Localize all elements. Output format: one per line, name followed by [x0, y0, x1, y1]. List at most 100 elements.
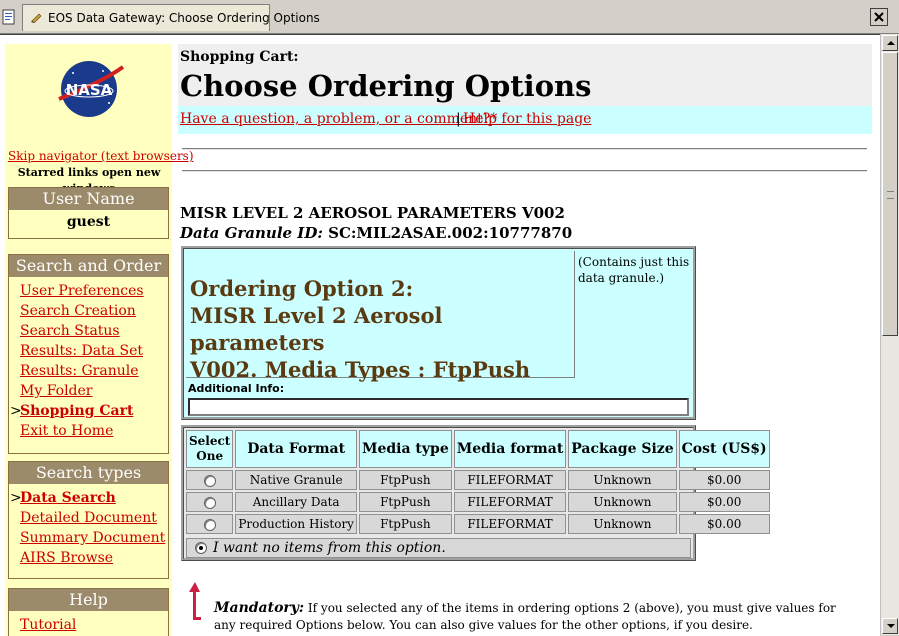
additional-info-label: Additional Info:: [188, 382, 285, 395]
cell-media-format: FILEFORMAT: [453, 470, 567, 490]
option-title-line-1: Ordering Option 2:: [190, 276, 414, 301]
browser-tab[interactable]: EOS Data Gateway: Choose Ordering Option…: [22, 4, 320, 31]
col-cost: Cost (US$): [678, 430, 770, 468]
table-header-row: Select One Data Format Media type Media f…: [186, 430, 770, 468]
select-cell: [186, 492, 234, 512]
nav-search-creation[interactable]: Search Creation: [20, 301, 168, 321]
user-name-value: guest: [66, 214, 111, 230]
tab-title: EOS Data Gateway: Choose Ordering Option…: [48, 11, 320, 25]
cell-package-size: Unknown: [568, 514, 677, 534]
nav-my-folder[interactable]: My Folder: [20, 381, 168, 401]
mandatory-label: Mandatory:: [214, 600, 305, 616]
additional-info-input[interactable]: [188, 398, 689, 416]
nav-shopping-cart-label: Shopping Cart: [20, 403, 134, 419]
cell-media-format: FILEFORMAT: [453, 492, 567, 512]
vertical-scrollbar[interactable]: [880, 34, 899, 635]
current-type-marker: >: [10, 490, 22, 506]
nasa-logo-text: NASA: [66, 81, 113, 99]
main-content: Shopping Cart: Choose Ordering Options H…: [178, 44, 872, 632]
current-page-marker: >: [10, 403, 22, 419]
cell-format: Production History: [235, 514, 357, 534]
cell-media-type: FtpPush: [358, 492, 452, 512]
row-radio-ancillary-data[interactable]: [203, 496, 216, 509]
nav-detailed-document[interactable]: Detailed Document: [20, 508, 168, 528]
dataset-name: MISR LEVEL 2 AEROSOL PARAMETERS V002: [180, 204, 565, 222]
select-cell: [186, 514, 234, 534]
select-cell: [186, 470, 234, 490]
cell-package-size: Unknown: [568, 492, 677, 512]
no-items-label: I want no items from this option.: [213, 540, 446, 556]
help-heading: Help: [9, 589, 168, 611]
cell-cost: $0.00: [678, 492, 770, 512]
option-title: Ordering Option 2: MISR Level 2 Aerosol …: [190, 275, 574, 383]
search-order-heading: Search and Order: [9, 255, 168, 277]
scrollbar-thumb[interactable]: [882, 52, 898, 336]
col-select-line-2: One: [196, 449, 224, 463]
no-items-option[interactable]: I want no items from this option.: [186, 538, 691, 558]
page-subtitle: Shopping Cart:: [180, 49, 299, 65]
user-name-heading: User Name: [9, 188, 168, 210]
nav-data-search[interactable]: > Data Search: [10, 488, 168, 508]
nav-summary-document[interactable]: Summary Document: [20, 528, 168, 548]
question-link[interactable]: Have a question, a problem, or a comment…: [180, 111, 497, 127]
tab-bar: EOS Data Gateway: Choose Ordering Option…: [0, 0, 899, 34]
cell-cost: $0.00: [678, 514, 770, 534]
user-name-box: User Name guest: [8, 187, 169, 239]
nav-tutorial[interactable]: Tutorial: [20, 615, 168, 635]
grip-icon: [887, 191, 894, 199]
nav-shopping-cart[interactable]: > Shopping Cart: [10, 401, 168, 421]
nasa-logo[interactable]: NASA: [53, 59, 125, 119]
link-separator: |: [456, 111, 461, 127]
scroll-down-icon: [887, 624, 895, 628]
row-radio-production-history[interactable]: [203, 518, 216, 531]
search-order-box: Search and Order User Preferences Search…: [8, 254, 169, 454]
cell-cost: $0.00: [678, 470, 770, 490]
help-bar: Have a question, a problem, or a comment…: [178, 106, 872, 134]
nav-results-granule[interactable]: Results: Granule: [20, 361, 168, 381]
scroll-up-icon: [887, 41, 895, 45]
cell-format: Ancillary Data: [235, 492, 357, 512]
col-data-format: Data Format: [235, 430, 357, 468]
close-tab-button[interactable]: [870, 8, 888, 26]
col-select-one: Select One: [186, 430, 234, 468]
page-title: Choose Ordering Options: [180, 69, 592, 103]
cell-format: Native Granule: [235, 470, 357, 490]
help-page-link[interactable]: Help for this page: [463, 111, 591, 127]
table-row: Ancillary Data FtpPush FILEFORMAT Unknow…: [186, 492, 770, 512]
nav-results-data-set[interactable]: Results: Data Set: [20, 341, 168, 361]
col-media-type: Media type: [358, 430, 452, 468]
scroll-up-button[interactable]: [882, 35, 898, 51]
col-select-line-1: Select: [189, 434, 231, 448]
no-items-radio[interactable]: [195, 542, 207, 554]
table-row: Native Granule FtpPush FILEFORMAT Unknow…: [186, 470, 770, 490]
granule-id-line: Data Granule ID: SC:MIL2ASAE.002:1077787…: [180, 224, 572, 242]
help-box: Help Tutorial: [8, 588, 169, 636]
nav-search-status[interactable]: Search Status: [20, 321, 168, 341]
mandatory-arrow-icon: [189, 582, 201, 620]
table-row: Production History FtpPush FILEFORMAT Un…: [186, 514, 770, 534]
close-icon: [874, 12, 884, 22]
row-radio-native-granule[interactable]: [203, 474, 216, 487]
nav-exit-to-home[interactable]: Exit to Home: [20, 421, 168, 441]
divider: [182, 148, 867, 150]
options-table-panel: Select One Data Format Media type Media f…: [181, 425, 770, 561]
divider: [182, 170, 867, 172]
left-navigator: NASA Skip navigator (text browsers) Star…: [5, 44, 194, 636]
tab-page-icon: [31, 13, 42, 23]
option-title-line-3: V002. Media Types : FtpPush: [190, 357, 531, 382]
granule-label: Data Granule ID:: [180, 224, 323, 242]
cell-package-size: Unknown: [568, 470, 677, 490]
granule-id: SC:MIL2ASAE.002:10777870: [328, 224, 573, 242]
skip-navigator-link[interactable]: Skip navigator (text browsers): [8, 149, 194, 163]
document-icon[interactable]: [2, 9, 16, 25]
option-title-cell: Ordering Option 2: MISR Level 2 Aerosol …: [186, 251, 575, 382]
option-note: (Contains just this data granule.): [578, 255, 690, 285]
scroll-down-button[interactable]: [882, 618, 898, 634]
ordering-options-table: Select One Data Format Media type Media f…: [184, 428, 772, 536]
cell-media-format: FILEFORMAT: [453, 514, 567, 534]
search-types-box: Search types > Data Search Detailed Docum…: [8, 461, 169, 579]
col-media-format: Media format: [453, 430, 567, 468]
nav-airs-browse[interactable]: AIRS Browse: [20, 548, 168, 568]
nav-user-preferences[interactable]: User Preferences: [20, 281, 168, 301]
cell-media-type: FtpPush: [358, 514, 452, 534]
